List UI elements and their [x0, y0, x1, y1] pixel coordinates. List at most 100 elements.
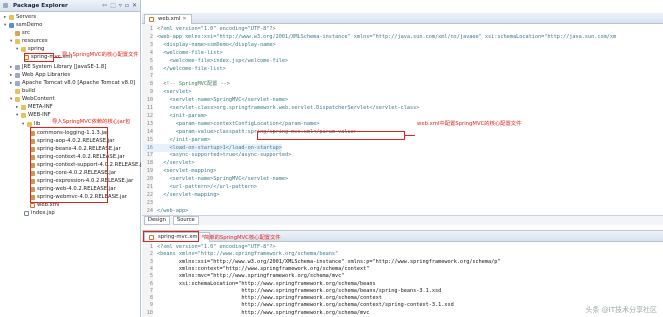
line-number: 12: [146, 112, 153, 119]
view-menu-icon[interactable]: ▿: [119, 2, 122, 9]
tree-label: Servers: [16, 14, 37, 20]
code-text: http://www.springframework.org/schema/co…: [157, 302, 454, 309]
tree-item-webcontent[interactable]: ▾ WebContent: [10, 96, 55, 103]
tree-item-src[interactable]: src: [10, 30, 30, 37]
spring-mvc-xml-editor[interactable]: spring-mvc.xml ✕ 简单的SpringMVC核心配置文件 1 <?x…: [142, 230, 663, 317]
tree-item-spring[interactable]: ▾ spring: [16, 46, 45, 53]
code-line[interactable]: 22 </servlet-mapping>: [144, 191, 220, 199]
back-icon[interactable]: ⇦: [102, 2, 107, 9]
collapse-icon[interactable]: ▾: [10, 96, 14, 103]
code-text: <!-- SpringMVC配置 -->: [157, 81, 230, 88]
expand-icon[interactable]: ▸: [16, 104, 20, 111]
tree-item-index-jsp[interactable]: index.jsp: [24, 210, 55, 217]
line-number: 22: [146, 191, 153, 198]
code-text: <url-pattern>/</url-pattern>: [157, 184, 257, 190]
code-line[interactable]: 21 <url-pattern>/</url-pattern>: [144, 183, 257, 191]
code-line[interactable]: 4 <welcome-file-list>: [144, 49, 223, 57]
collapse-all-icon[interactable]: ⬚: [110, 2, 116, 9]
close-tab-icon[interactable]: ✕: [182, 15, 186, 24]
code-text: <servlet-name>SpringMVC</servlet-name>: [157, 176, 289, 183]
line-number: 3: [149, 41, 153, 48]
code-text: <init-param>: [157, 112, 207, 119]
folder-icon: [21, 47, 26, 52]
tab-source[interactable]: Source: [172, 216, 199, 225]
code-line[interactable]: 16 <load-on-startup>1</load-on-startup>: [144, 143, 282, 152]
library-icon: [15, 81, 20, 86]
tab-web-xml[interactable]: web.xml ✕: [144, 14, 192, 24]
library-icon: [15, 65, 20, 70]
expand-icon[interactable]: ▸: [4, 14, 8, 21]
code-line[interactable]: 7: [144, 72, 157, 80]
collapse-icon[interactable]: ▾: [16, 46, 20, 53]
code-line[interactable]: 2 <web-app xmlns:xsi="http://www.w3.org/2…: [144, 33, 616, 41]
editor-tabbar: web.xml ✕: [142, 13, 663, 24]
code-text: xmlns:xsi="http://www.w3.org/2001/XMLSch…: [157, 258, 501, 265]
code-text: <welcome-file-list>: [157, 49, 223, 56]
code-line[interactable]: 6 </welcome-file-list>: [144, 65, 226, 73]
code-line[interactable]: 3 <display-name>ssmDemo</display-name>: [144, 41, 276, 49]
code-line[interactable]: 15 </init-param>: [144, 136, 210, 144]
line-number: 23: [146, 199, 153, 206]
tree-item-jre[interactable]: ▸ JRE System Library [JavaSE-1.8]: [10, 64, 106, 71]
folder-icon: [15, 97, 20, 102]
tree-label: WebContent: [22, 96, 55, 102]
code-text: <welcome-file>index.jsp</welcome-file>: [157, 57, 289, 64]
code-line[interactable]: 11 <servlet-class>org.springframework.we…: [144, 104, 420, 112]
close-icon[interactable]: ✕: [132, 2, 137, 9]
line-number: 24: [146, 207, 153, 214]
code-line[interactable]: 1 <?xml version="1.0" encoding="UTF-8"?>: [144, 25, 276, 33]
code-text: <servlet-name>SpringMVC</servlet-name>: [157, 97, 289, 104]
code-text: <servlet>: [157, 89, 192, 96]
tree-item-tomcat[interactable]: ▸ Apache Tomcat v8.0 [Apache Tomcat v8.0]: [10, 80, 135, 87]
code-line[interactable]: 17 <async-supported>true</async-supporte…: [144, 151, 292, 159]
web-xml-editor[interactable]: web.xml ✕ 1 <?xml version="1.0" encoding=…: [142, 13, 663, 226]
collapse-icon[interactable]: ▾: [10, 38, 14, 45]
line-number: 20: [146, 176, 153, 183]
tree-item-web-xml[interactable]: web.xml: [30, 202, 59, 209]
code-text: <servlet-mapping>: [157, 168, 217, 175]
collapse-icon[interactable]: ▾: [22, 121, 26, 128]
line-number: 4: [149, 49, 153, 56]
code-line[interactable]: 8 <!-- SpringMVC配置 -->: [144, 80, 230, 88]
expand-icon[interactable]: ▸: [10, 72, 14, 79]
line-number: 10: [146, 309, 153, 316]
line-number: 17: [146, 152, 153, 159]
code-line[interactable]: 19 <servlet-mapping>: [144, 167, 217, 175]
tree-item-build[interactable]: build: [10, 88, 35, 95]
code-text: <web-app xmlns:xsi="http://www.w3.org/20…: [157, 33, 617, 40]
collapse-icon[interactable]: ▾: [16, 112, 20, 119]
code-line[interactable]: 10 http://www.springframework.org/schema…: [144, 309, 370, 317]
code-line[interactable]: 20 <servlet-name>SpringMVC</servlet-name…: [144, 175, 288, 183]
code-line[interactable]: 23: [144, 199, 157, 207]
tree-item-web-app-libraries[interactable]: ▸ Web App Libraries: [10, 72, 70, 79]
code-line[interactable]: 5 <welcome-file>index.jsp</welcome-file>: [144, 57, 288, 65]
expand-icon[interactable]: ▸: [10, 80, 14, 87]
tree-item-resources[interactable]: ▾ resources: [10, 38, 48, 45]
tree-item-meta-inf[interactable]: ▸ META-INF: [16, 104, 53, 111]
code-text: </welcome-file-list>: [157, 65, 226, 72]
tree-label: Web App Libraries: [22, 72, 71, 78]
collapse-icon[interactable]: ▾: [4, 22, 8, 29]
code-line[interactable]: 13 <param-name>contextConfigLocation</pa…: [144, 120, 320, 128]
code-line[interactable]: 24 </web-app>: [144, 207, 188, 215]
line-number: 15: [146, 136, 153, 143]
explorer-toolbar: ⇦ ⬚ ▿ ▫ ✕: [102, 2, 137, 9]
tab-design[interactable]: Design: [144, 216, 170, 225]
library-icon: [15, 73, 20, 78]
code-line[interactable]: 9 <servlet>: [144, 88, 191, 96]
package-icon: [15, 31, 20, 36]
tree-item-web-inf[interactable]: ▾ WEB-INF: [16, 112, 51, 119]
code-line[interactable]: 18 </servlet>: [144, 159, 195, 167]
code-line[interactable]: 10 <servlet-name>SpringMVC</servlet-name…: [144, 96, 288, 104]
minimize-icon[interactable]: ▫: [125, 2, 129, 9]
code-line[interactable]: 12 <init-param>: [144, 112, 207, 120]
xml-file-icon: [149, 17, 154, 22]
code-text: http://www.springframework.org/schema/co…: [157, 295, 382, 302]
tree-label: Apache Tomcat v8.0 [Apache Tomcat v8.0]: [22, 80, 136, 86]
folder-icon: [15, 89, 20, 94]
tree-item-ssmdemo[interactable]: ▾ ssmDemo: [4, 22, 42, 29]
expand-icon[interactable]: ▸: [10, 64, 14, 71]
project-icon: [9, 23, 14, 28]
line-number: 11: [146, 105, 153, 111]
tree-item-servers[interactable]: ▸ Servers: [4, 14, 36, 21]
